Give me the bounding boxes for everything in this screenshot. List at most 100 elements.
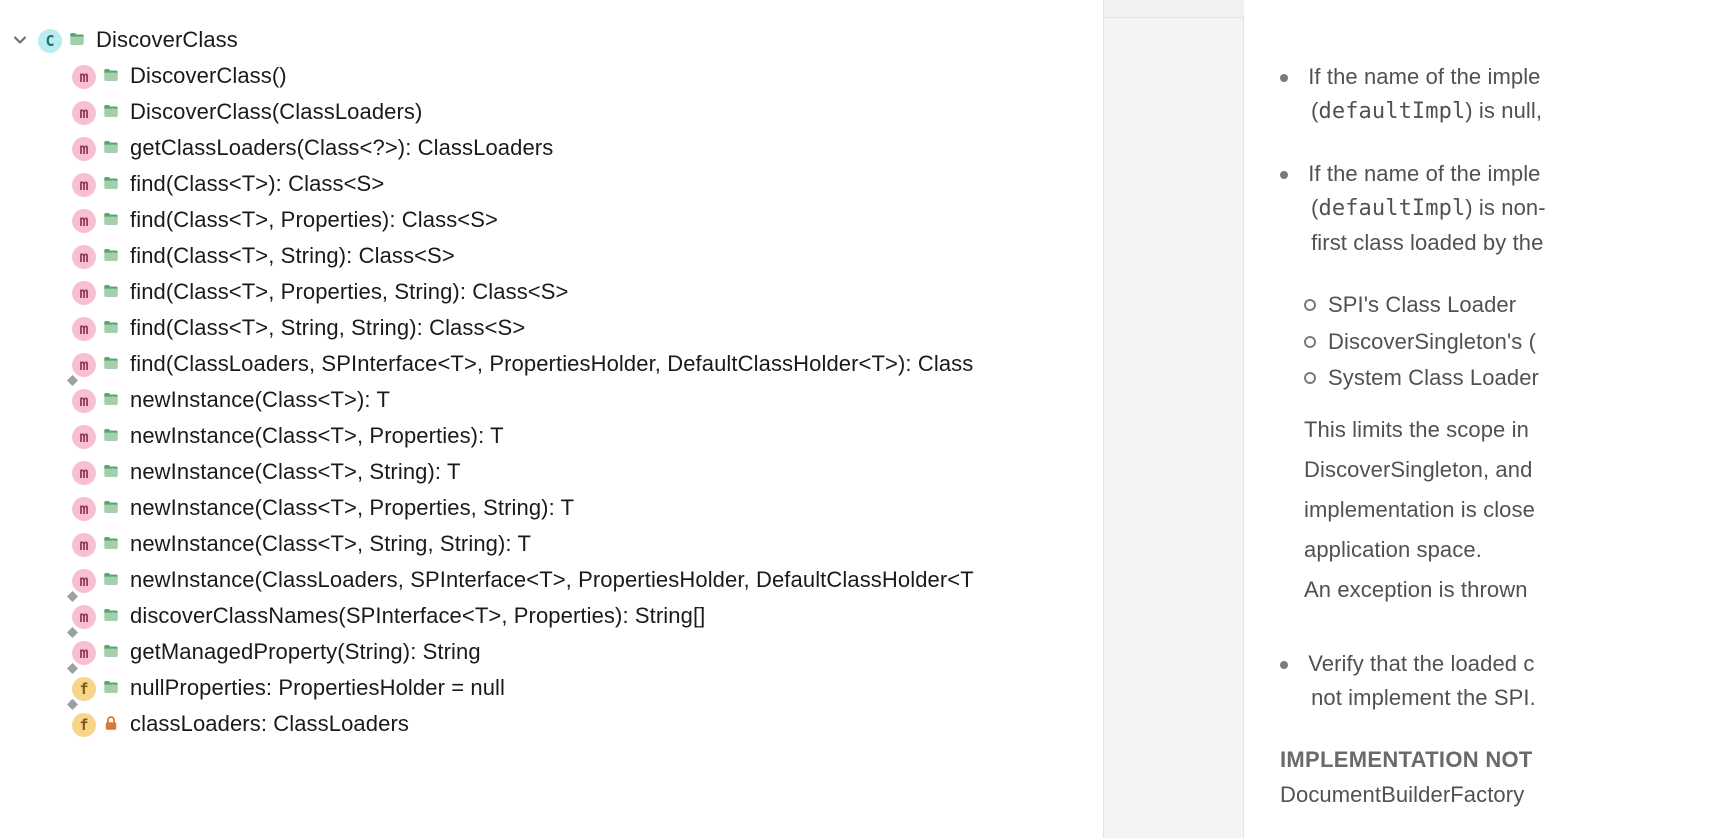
doc-bullet-item: Verify that the loaded c not implement t… xyxy=(1280,647,1730,715)
public-visibility-icon xyxy=(102,318,122,338)
public-visibility-icon xyxy=(68,30,88,50)
structure-method-row[interactable]: m newInstance(Class<T>): T xyxy=(0,382,1103,418)
method-signature: find(Class<T>, String, String): Class<S> xyxy=(130,315,525,341)
doc-paragraph: implementation is close xyxy=(1304,493,1730,527)
method-signature: DiscoverClass(ClassLoaders) xyxy=(130,99,422,125)
method-signature: find(Class<T>, Properties): Class<S> xyxy=(130,207,498,233)
method-icon: m xyxy=(72,388,96,412)
method-icon: m xyxy=(72,136,96,160)
doc-bullet-item: If the name of the imple (defaultImpl) i… xyxy=(1280,60,1730,129)
method-signature: discoverClassNames(SPInterface<T>, Prope… xyxy=(130,603,705,629)
public-visibility-icon xyxy=(102,534,122,554)
doc-text: DocumentBuilderFactory xyxy=(1280,778,1730,812)
method-icon: m xyxy=(72,280,96,304)
structure-panel: CDiscoverClassmDiscoverClass()mDiscoverC… xyxy=(0,0,1104,838)
structure-method-row[interactable]: m discoverClassNames(SPInterface<T>, Prop… xyxy=(0,598,1103,634)
doc-circle-list: SPI's Class Loader DiscoverSingleton's (… xyxy=(1304,288,1730,394)
doc-paragraph: An exception is thrown xyxy=(1304,573,1730,607)
doc-circle-item: DiscoverSingleton's ( xyxy=(1304,325,1730,359)
structure-class-row[interactable]: C DiscoverClass xyxy=(0,22,1103,58)
method-signature: newInstance(Class<T>, String): T xyxy=(130,459,460,485)
method-signature: DiscoverClass() xyxy=(130,63,287,89)
doc-bullet-group-3: Verify that the loaded c not implement t… xyxy=(1280,647,1730,715)
doc-bullet-group-2: If the name of the imple (defaultImpl) i… xyxy=(1280,157,1730,260)
structure-method-row[interactable]: m newInstance(Class<T>, Properties): T xyxy=(0,418,1103,454)
method-icon: m xyxy=(72,424,96,448)
structure-tree: CDiscoverClassmDiscoverClass()mDiscoverC… xyxy=(0,22,1103,742)
public-visibility-icon xyxy=(102,678,122,698)
doc-paragraph: DiscoverSingleton, and xyxy=(1304,453,1730,487)
structure-method-row[interactable]: mnewInstance(Class<T>, Properties, Strin… xyxy=(0,490,1103,526)
public-visibility-icon xyxy=(102,246,122,266)
doc-circle-item: SPI's Class Loader xyxy=(1304,288,1730,322)
doc-code: defaultImpl xyxy=(1319,99,1466,124)
method-signature: newInstance(Class<T>, Properties): T xyxy=(130,423,504,449)
method-icon: m xyxy=(72,100,96,124)
doc-bullet-item: If the name of the imple (defaultImpl) i… xyxy=(1280,157,1730,260)
method-signature: find(Class<T>): Class<S> xyxy=(130,171,384,197)
doc-text: ) is null, xyxy=(1465,98,1542,123)
structure-method-row[interactable]: mfind(Class<T>, Properties, String): Cla… xyxy=(0,274,1103,310)
public-visibility-icon xyxy=(102,102,122,122)
public-visibility-icon xyxy=(102,138,122,158)
method-signature: newInstance(ClassLoaders, SPInterface<T>… xyxy=(130,567,974,593)
class-name: DiscoverClass xyxy=(96,27,238,53)
structure-method-row[interactable]: m DiscoverClass() xyxy=(0,58,1103,94)
method-icon: m xyxy=(72,208,96,232)
structure-method-row[interactable]: m DiscoverClass(ClassLoaders) xyxy=(0,94,1103,130)
documentation-panel: If the name of the imple (defaultImpl) i… xyxy=(1244,0,1730,838)
method-signature: find(ClassLoaders, SPInterface<T>, Prope… xyxy=(130,351,973,377)
method-icon: m xyxy=(72,244,96,268)
doc-paragraph: This limits the scope in xyxy=(1304,413,1730,447)
structure-method-row[interactable]: mfind(Class<T>, String, String): Class<S… xyxy=(0,310,1103,346)
public-visibility-icon xyxy=(102,570,122,590)
structure-method-row[interactable]: m find(Class<T>): Class<S> xyxy=(0,166,1103,202)
doc-heading: IMPLEMENTATION NOT xyxy=(1280,743,1730,777)
field-signature: classLoaders: ClassLoaders xyxy=(130,711,409,737)
structure-field-row[interactable]: f nullProperties: PropertiesHolder = null xyxy=(0,670,1103,706)
method-icon: m xyxy=(72,352,96,376)
method-icon: m xyxy=(72,460,96,484)
method-icon: m xyxy=(72,64,96,88)
public-visibility-icon xyxy=(102,390,122,410)
public-visibility-icon xyxy=(102,354,122,374)
method-signature: newInstance(Class<T>, Properties, String… xyxy=(130,495,574,521)
structure-method-row[interactable]: m find(Class<T>, Properties): Class<S> xyxy=(0,202,1103,238)
method-icon: m xyxy=(72,568,96,592)
doc-text: ) is non- xyxy=(1465,195,1545,220)
structure-method-row[interactable]: m newInstance(Class<T>, String): T xyxy=(0,454,1103,490)
structure-field-row[interactable]: f classLoaders: ClassLoaders xyxy=(0,706,1103,742)
public-visibility-icon xyxy=(102,606,122,626)
public-visibility-icon xyxy=(102,426,122,446)
method-icon: m xyxy=(72,640,96,664)
structure-method-row[interactable]: m newInstance(Class<T>, String, String): … xyxy=(0,526,1103,562)
public-visibility-icon xyxy=(102,282,122,302)
method-signature: find(Class<T>, String): Class<S> xyxy=(130,243,455,269)
field-icon: f xyxy=(72,676,96,700)
method-signature: getClassLoaders(Class<?>): ClassLoaders xyxy=(130,135,553,161)
doc-code: defaultImpl xyxy=(1319,196,1466,221)
class-icon: C xyxy=(38,28,62,52)
method-icon: m xyxy=(72,532,96,556)
public-visibility-icon xyxy=(102,174,122,194)
chevron-down-icon[interactable] xyxy=(10,30,30,50)
method-signature: newInstance(Class<T>): T xyxy=(130,387,390,413)
doc-text: Verify that the loaded c xyxy=(1308,651,1534,676)
doc-text: not implement the SPI. xyxy=(1311,685,1536,710)
public-visibility-icon xyxy=(102,66,122,86)
structure-method-row[interactable]: m find(ClassLoaders, SPInterface<T>, Prop… xyxy=(0,346,1103,382)
public-visibility-icon xyxy=(102,642,122,662)
structure-method-row[interactable]: m getClassLoaders(Class<?>): ClassLoaders xyxy=(0,130,1103,166)
structure-method-row[interactable]: mgetManagedProperty(String): String xyxy=(0,634,1103,670)
field-icon: f xyxy=(72,712,96,736)
method-icon: m xyxy=(72,172,96,196)
structure-method-row[interactable]: m find(Class<T>, String): Class<S> xyxy=(0,238,1103,274)
field-signature: nullProperties: PropertiesHolder = null xyxy=(130,675,505,701)
public-visibility-icon xyxy=(102,462,122,482)
method-icon: m xyxy=(72,604,96,628)
structure-method-row[interactable]: m newInstance(ClassLoaders, SPInterface<T… xyxy=(0,562,1103,598)
method-signature: newInstance(Class<T>, String, String): T xyxy=(130,531,531,557)
panel-gap[interactable] xyxy=(1104,0,1244,838)
doc-text: If the name of the imple xyxy=(1308,64,1540,89)
doc-paragraph: application space. xyxy=(1304,533,1730,567)
